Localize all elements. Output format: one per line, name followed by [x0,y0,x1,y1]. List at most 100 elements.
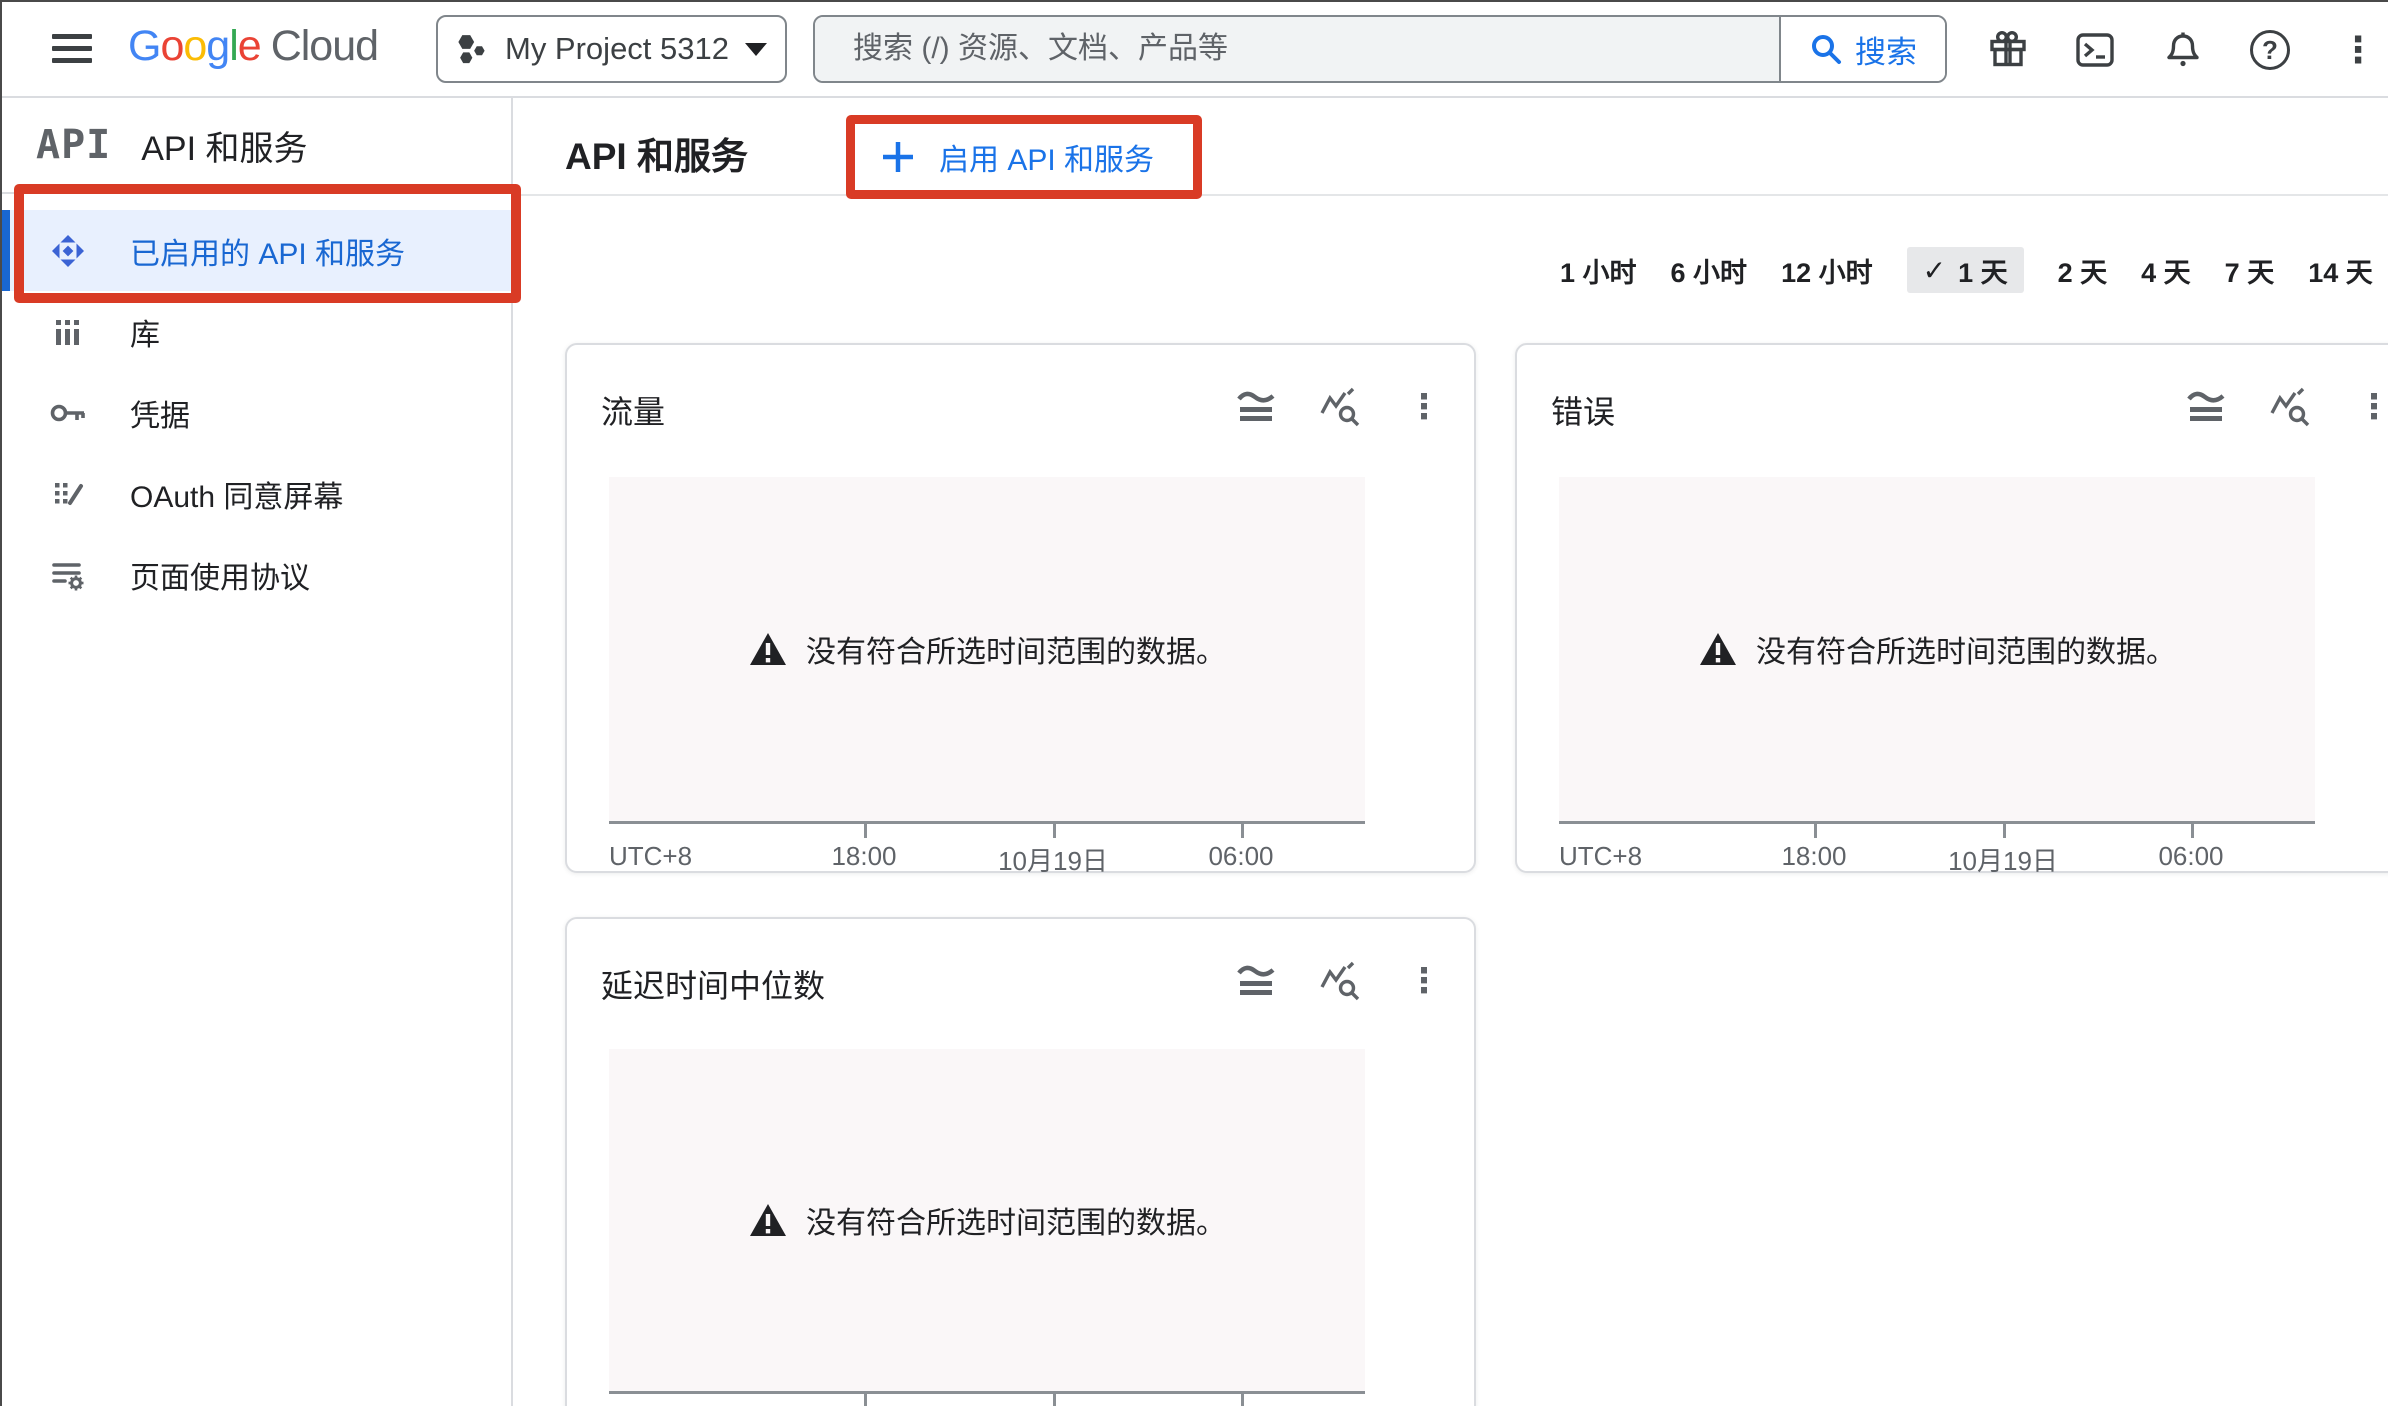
annotation-box-enable-button: 启用 API 和服务 [846,115,1202,199]
logo-letter: e [238,22,261,70]
time-range-6h[interactable]: 6 小时 [1671,251,1748,290]
search-input[interactable] [815,32,1779,66]
chart-plot-area: 没有符合所选时间范围的数据。 [609,477,1365,821]
sidebar-header: API API 和服务 [0,98,511,194]
axis-tick [1053,821,1056,838]
chart-smoothing-icon[interactable] [1232,385,1280,429]
menu-icon[interactable] [50,29,94,69]
help-button[interactable]: ? [2246,26,2294,74]
sidebar-item-label: 凭据 [130,391,190,435]
enable-api-button[interactable]: 启用 API 和服务 [855,124,1193,190]
x-axis-line [1559,821,2315,824]
list-gear-icon [48,555,88,595]
logo-letter: o [183,22,206,70]
axis-label: 06:00 [2111,841,2271,872]
card-menu-icon[interactable]: ⋮ [2350,385,2388,429]
logo-letter: o [160,22,183,70]
sidebar-nav: 已启用的 API 和服务 库 [0,194,511,615]
search-button[interactable]: 搜索 [1779,17,1945,81]
search-button-label: 搜索 [1855,27,1917,72]
explore-metrics-icon[interactable] [1316,385,1364,429]
api-product-icon: API [36,122,111,168]
axis-tick [864,1391,867,1406]
more-vertical-icon: ⋮ [1407,964,1441,998]
key-icon [48,393,88,433]
more-vertical-icon: ⋮ [2340,32,2376,68]
card-actions: ⋮ [1232,385,1448,429]
axis-tick [1814,821,1817,838]
axis-label-utc: UTC+8 [1559,841,1679,872]
more-options-button[interactable]: ⋮ [2334,26,2382,74]
screen-edge-top [0,0,2388,2]
axis-tick [1241,1391,1244,1406]
library-icon [48,312,88,352]
time-range-7d[interactable]: 7 天 [2225,251,2275,290]
chart-plot-area: 没有符合所选时间范围的数据。 [609,1049,1365,1391]
sidebar-item-credentials[interactable]: 凭据 [0,372,511,453]
no-data-message: 没有符合所选时间范围的数据。 [1756,627,2176,671]
sidebar-item-label: 已启用的 API 和服务 [130,229,405,273]
axis-label-utc: UTC+8 [609,841,729,872]
search-bar: 搜索 [813,15,1947,83]
sidebar-item-label: 页面使用协议 [130,553,310,597]
time-range-12h[interactable]: 12 小时 [1781,251,1873,290]
bell-icon [2162,29,2204,71]
card-menu-icon[interactable]: ⋮ [1400,385,1448,429]
traffic-chart-card: 流量 ⋮ [565,343,1476,873]
axis-label: 10月19日 [1923,841,2083,878]
offers-gift-button[interactable] [1984,26,2032,74]
project-selector[interactable]: My Project 5312 [436,15,787,83]
card-title: 错误 [1551,387,1615,433]
chart-smoothing-icon[interactable] [2182,385,2230,429]
header-divider [513,194,2388,196]
explore-metrics-icon[interactable] [2266,385,2314,429]
sidebar-item-label: OAuth 同意屏幕 [130,472,343,516]
gift-icon [1987,29,2029,71]
project-hexagons-icon [454,29,489,69]
cloud-shell-button[interactable] [2071,26,2119,74]
sidebar-item-page-usage-agreements[interactable]: 页面使用协议 [0,534,511,615]
more-vertical-icon: ⋮ [1407,390,1441,424]
time-range-2d[interactable]: 2 天 [2058,251,2108,290]
axis-tick [864,821,867,838]
search-field [815,17,1779,81]
question-glyph: ? [2262,35,2278,66]
time-range-14d[interactable]: 14 天 [2308,251,2373,290]
logo-letter: l [229,22,238,70]
axis-tick [2003,821,2006,838]
axis-label: 18:00 [784,841,944,872]
gcp-console-page: GoogleCloud My Project 5312 搜索 [0,0,2388,1406]
sidebar-item-enabled-apis[interactable]: 已启用的 API 和服务 [0,210,511,291]
check-icon: ✓ [1923,254,1946,287]
terminal-icon [2074,29,2116,71]
hamburger-icon [50,29,94,69]
time-range-1d-selected[interactable]: ✓ 1 天 [1907,247,2024,293]
no-data-message: 没有符合所选时间范围的数据。 [806,1198,1226,1242]
sidebar-item-oauth-consent[interactable]: OAuth 同意屏幕 [0,453,511,534]
time-range-1h[interactable]: 1 小时 [1560,251,1637,290]
time-range-4d[interactable]: 4 天 [2141,251,2191,290]
screen-edge-left [0,0,2,1406]
axis-label: 18:00 [1734,841,1894,872]
logo-letter: g [206,22,229,70]
axis-tick [2191,821,2194,838]
axis-tick [1241,821,1244,838]
card-menu-icon[interactable]: ⋮ [1400,959,1448,1003]
x-axis-line [609,821,1365,824]
chart-smoothing-icon[interactable] [1232,959,1280,1003]
logo-cloud-text: Cloud [271,22,378,70]
google-cloud-logo[interactable]: GoogleCloud [128,22,378,71]
notifications-button[interactable] [2159,26,2207,74]
enable-api-button-label: 启用 API 和服务 [939,135,1154,179]
warning-icon [748,1202,788,1238]
sidebar-item-library[interactable]: 库 [0,291,511,372]
card-actions: ⋮ [2182,385,2388,429]
page-title: API 和服务 [565,126,748,180]
card-title: 延迟时间中位数 [601,961,825,1007]
sidebar-title: API 和服务 [141,121,307,170]
plus-icon [879,138,917,176]
explore-metrics-icon[interactable] [1316,959,1364,1003]
time-range-selector: 1 小时 6 小时 12 小时 ✓ 1 天 2 天 4 天 7 天 14 天 3… [1560,244,2388,296]
top-app-bar: GoogleCloud My Project 5312 搜索 [0,0,2388,98]
logo-letter: G [128,22,160,70]
